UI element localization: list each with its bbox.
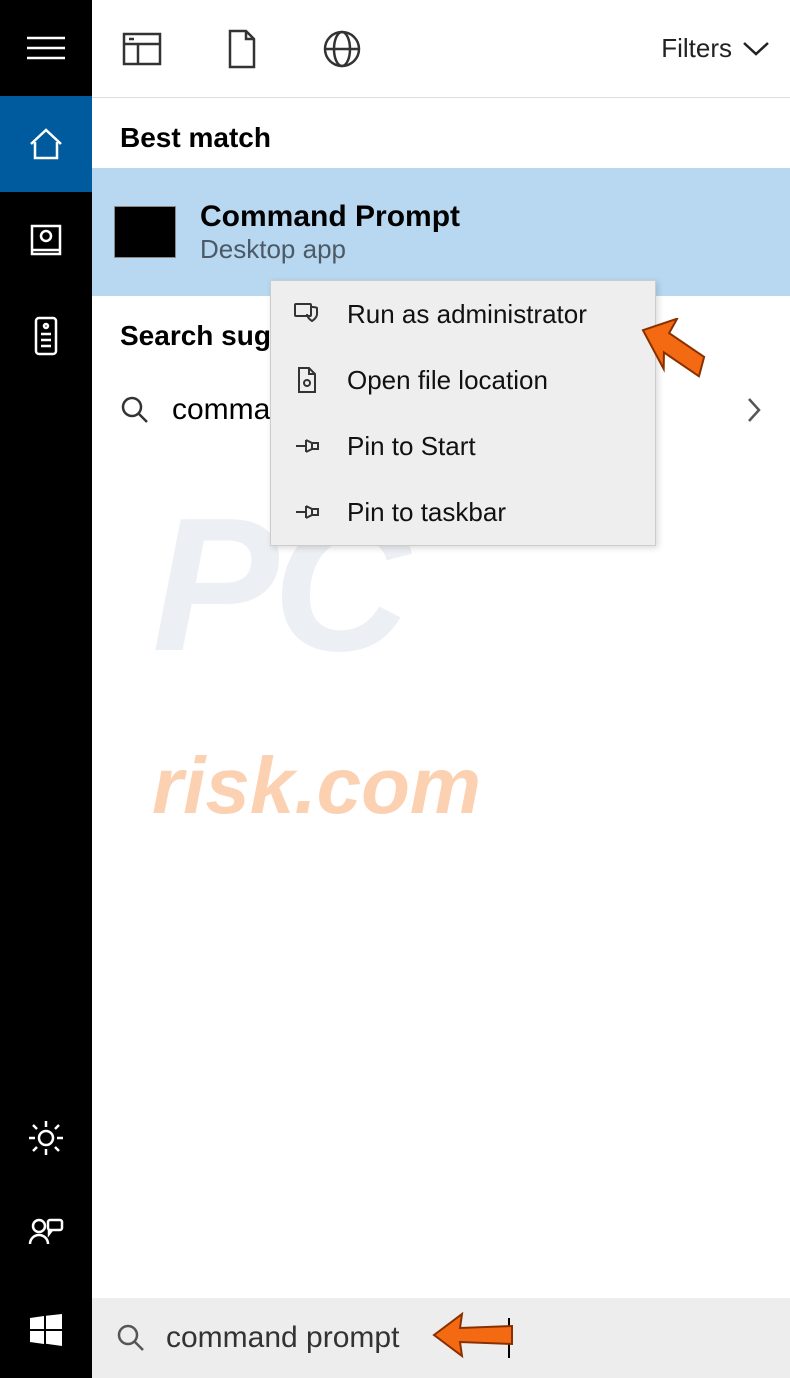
search-panel: Filters Best match Command Prompt Deskto… bbox=[92, 0, 790, 1298]
result-subtitle: Desktop app bbox=[200, 234, 460, 265]
settings-button[interactable] bbox=[0, 1090, 92, 1186]
sidebar bbox=[0, 0, 92, 1378]
context-item-label: Open file location bbox=[347, 365, 548, 396]
context-pin-to-start[interactable]: Pin to Start bbox=[271, 413, 655, 479]
photo-icon bbox=[28, 222, 64, 258]
context-menu: Run as administrator Open file location … bbox=[270, 280, 656, 546]
topbar: Filters bbox=[92, 0, 790, 98]
search-icon bbox=[116, 1323, 146, 1353]
globe-icon bbox=[322, 29, 362, 69]
context-run-as-admin[interactable]: Run as administrator bbox=[271, 281, 655, 347]
result-title: Command Prompt bbox=[200, 200, 460, 234]
document-icon bbox=[226, 29, 258, 69]
windows-icon bbox=[26, 1310, 66, 1350]
menu-button[interactable] bbox=[0, 0, 92, 96]
filter-web-button[interactable] bbox=[322, 29, 362, 69]
folder-icon bbox=[293, 366, 323, 394]
command-prompt-icon bbox=[114, 206, 176, 258]
context-item-label: Pin to taskbar bbox=[347, 497, 506, 528]
feedback-button[interactable] bbox=[0, 1186, 92, 1282]
hamburger-icon bbox=[27, 34, 65, 62]
home-button[interactable] bbox=[0, 96, 92, 192]
filters-label: Filters bbox=[661, 33, 732, 64]
best-match-result[interactable]: Command Prompt Desktop app bbox=[92, 168, 790, 296]
feedback-icon bbox=[26, 1214, 66, 1254]
pin-icon bbox=[293, 501, 323, 523]
chevron-down-icon bbox=[742, 41, 770, 57]
search-icon bbox=[120, 395, 150, 425]
suggestion-text: comma bbox=[172, 393, 270, 427]
filter-documents-button[interactable] bbox=[222, 29, 262, 69]
chevron-right-icon bbox=[746, 396, 762, 424]
context-pin-to-taskbar[interactable]: Pin to taskbar bbox=[271, 479, 655, 545]
context-open-file-location[interactable]: Open file location bbox=[271, 347, 655, 413]
filter-apps-button[interactable] bbox=[122, 29, 162, 69]
photos-button[interactable] bbox=[0, 192, 92, 288]
watermark-sub: risk.com bbox=[152, 740, 481, 832]
shield-icon bbox=[293, 301, 323, 327]
gear-icon bbox=[26, 1118, 66, 1158]
remote-button[interactable] bbox=[0, 288, 92, 384]
remote-icon bbox=[34, 316, 58, 356]
home-icon bbox=[26, 124, 66, 164]
start-button[interactable] bbox=[0, 1282, 92, 1378]
filters-dropdown[interactable]: Filters bbox=[661, 33, 770, 64]
context-item-label: Pin to Start bbox=[347, 431, 476, 462]
context-item-label: Run as administrator bbox=[347, 299, 587, 330]
annotation-arrow bbox=[428, 1308, 518, 1367]
annotation-arrow bbox=[630, 318, 710, 393]
apps-icon bbox=[122, 32, 162, 66]
best-match-heading: Best match bbox=[92, 98, 790, 168]
pin-icon bbox=[293, 435, 323, 457]
